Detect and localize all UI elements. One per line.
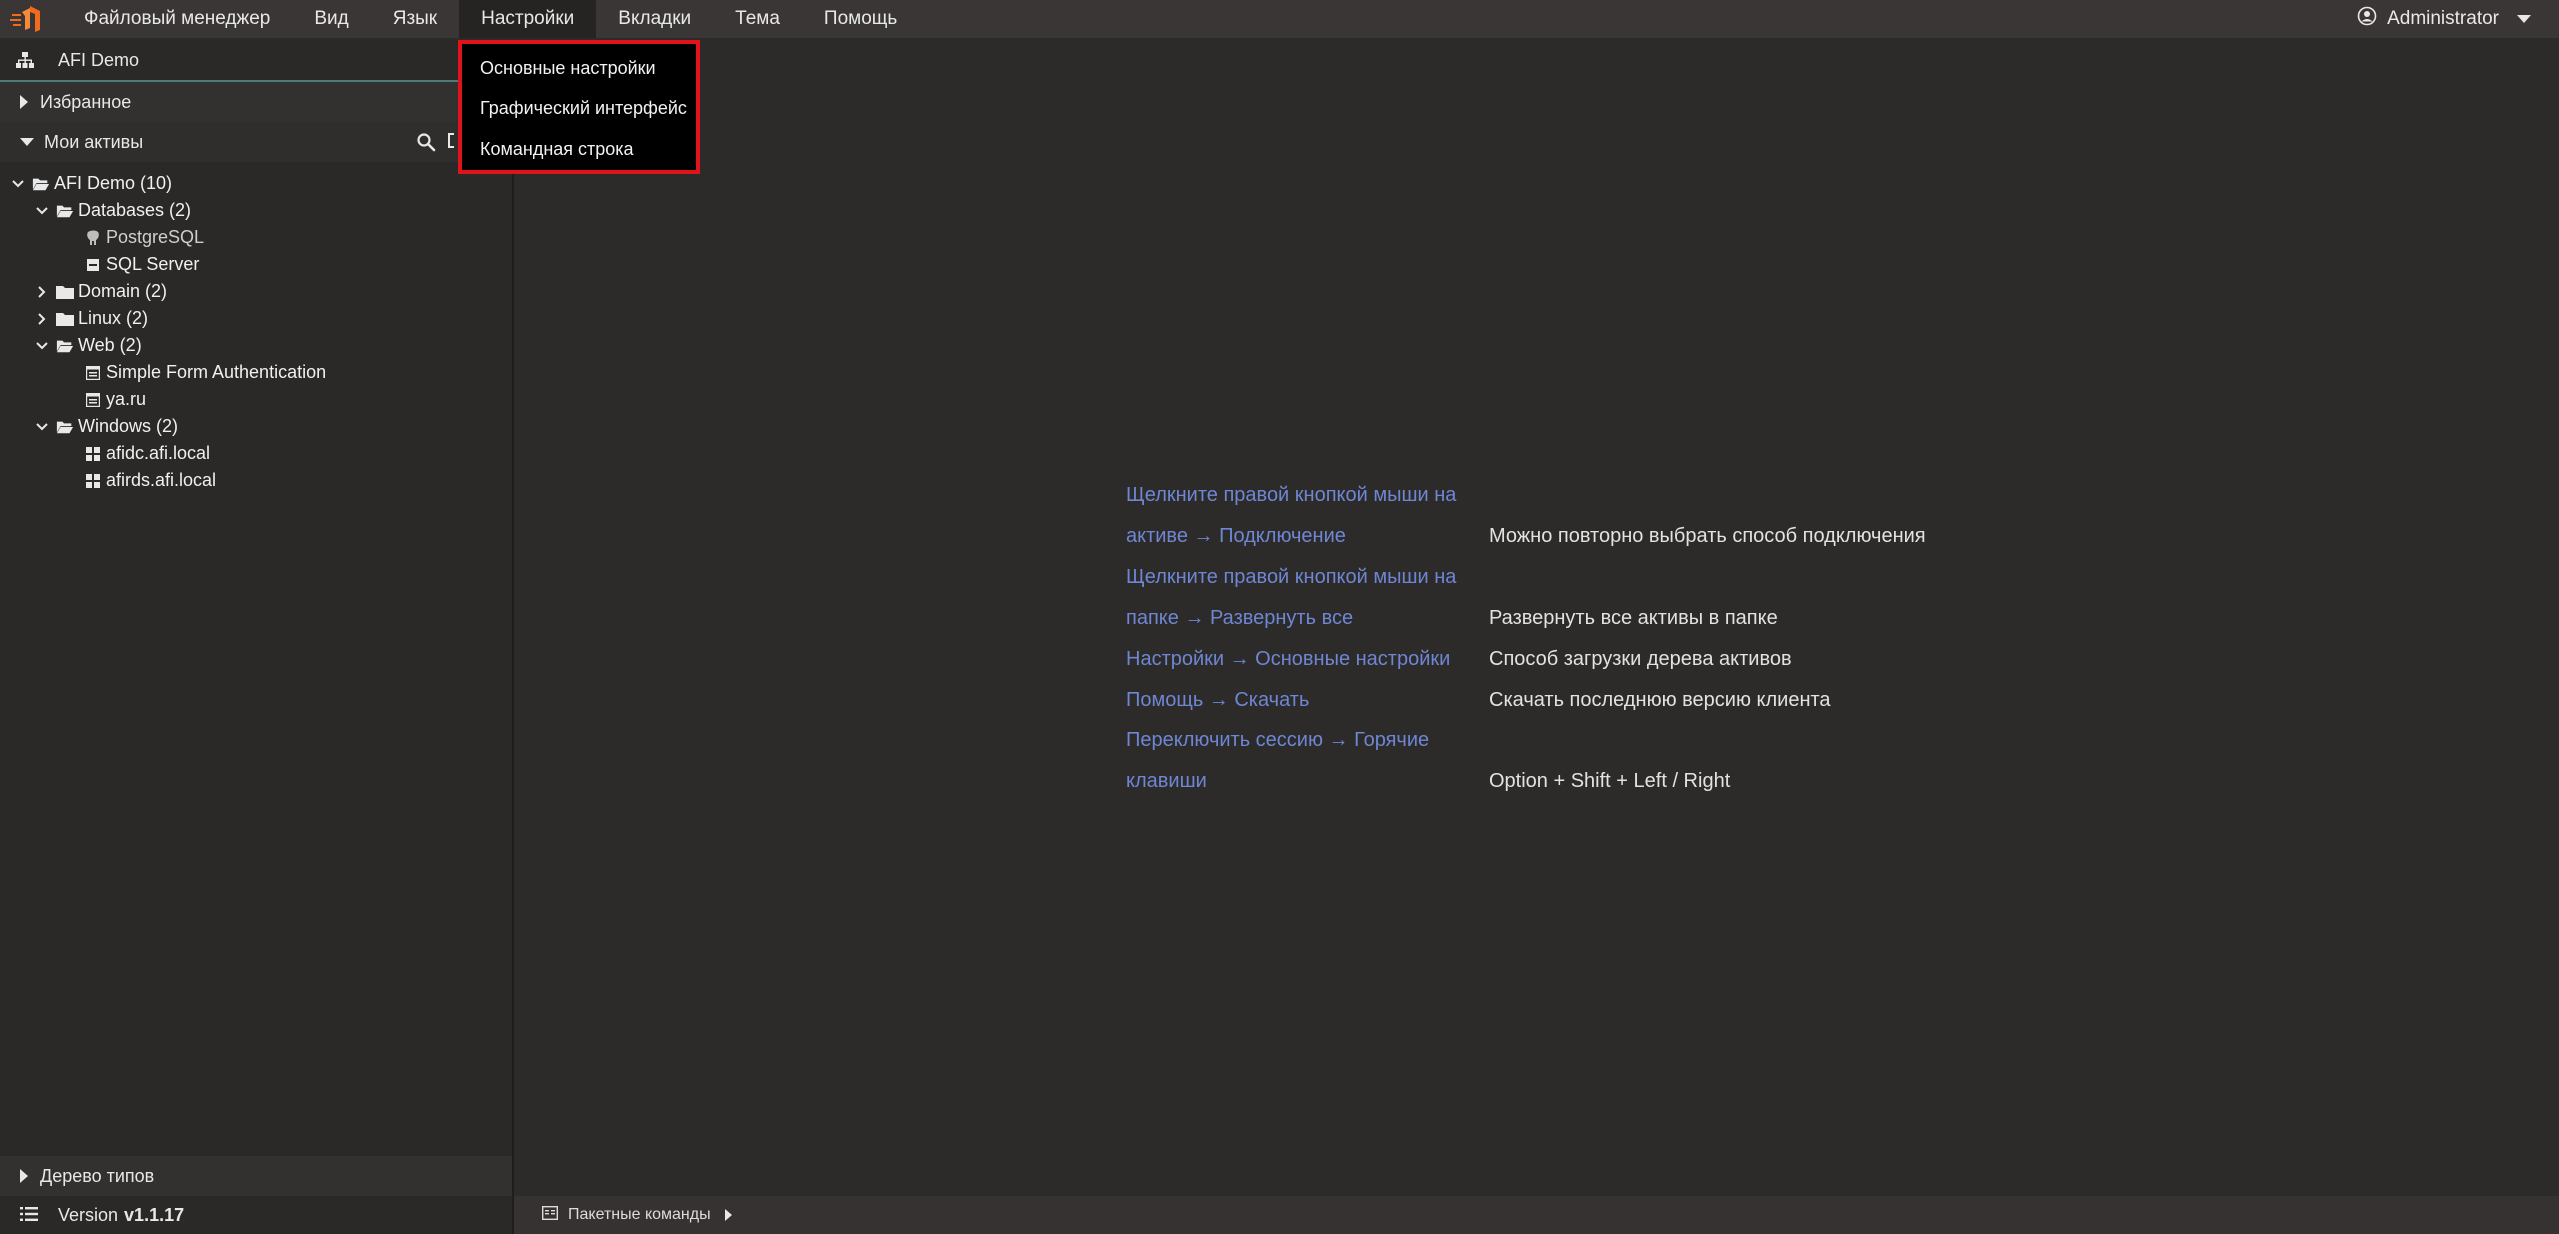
workspace-name: AFI Demo bbox=[58, 49, 140, 70]
tree-item-label: ya.ru bbox=[106, 389, 147, 409]
chevron-down-icon bbox=[32, 201, 52, 221]
tree-item-postgresql[interactable]: PostgreSQL bbox=[84, 224, 204, 251]
type-tree-section[interactable]: Дерево типов bbox=[0, 1156, 512, 1196]
tree-item-linux[interactable]: Linux (2) bbox=[32, 305, 148, 332]
tree-item-label: afidc.afi.local bbox=[106, 443, 211, 463]
app-logo-icon[interactable] bbox=[4, 0, 50, 38]
user-menu[interactable]: Administrator bbox=[2357, 0, 2531, 38]
user-name: Administrator bbox=[2387, 8, 2499, 29]
version-label: Version bbox=[58, 1204, 119, 1225]
chevron-down-icon bbox=[32, 417, 52, 437]
tree-item-label: Databases (2) bbox=[78, 200, 192, 220]
menu-bar: Файловый менеджер Вид Язык Настройки Вкл… bbox=[0, 0, 2559, 38]
batch-commands-label: Пакетные команды bbox=[568, 1206, 711, 1223]
folder-open-icon bbox=[56, 202, 74, 220]
web-form-icon bbox=[84, 391, 102, 409]
hint-text: Можно повторно выбрать способ подключени… bbox=[1489, 525, 1926, 547]
type-tree-label: Дерево типов bbox=[40, 1165, 155, 1186]
tree-item-label: PostgreSQL bbox=[106, 227, 205, 247]
tree-item-sql-server[interactable]: SQL Server bbox=[84, 251, 199, 278]
hint-link[interactable]: активе → Подключение bbox=[1126, 525, 1346, 548]
windows-icon bbox=[84, 472, 102, 490]
tree-item-web[interactable]: Web (2) bbox=[32, 332, 142, 359]
hint-text: Option + Shift + Left / Right bbox=[1489, 770, 1731, 792]
menu-item-gui[interactable]: Графический интерфейс bbox=[480, 94, 687, 122]
folder-open-icon bbox=[32, 175, 50, 193]
tree-item-label: AFI Demo (10) bbox=[54, 173, 173, 193]
tree-item-label: Linux (2) bbox=[78, 308, 149, 328]
settings-dropdown: Основные настройки Графический интерфейс… bbox=[458, 40, 700, 174]
tree-item-windows[interactable]: Windows (2) bbox=[32, 413, 178, 440]
folder-icon bbox=[56, 310, 74, 328]
chevron-right-icon bbox=[32, 282, 52, 302]
collapse-all-icon[interactable] bbox=[448, 133, 454, 148]
user-circle-icon bbox=[2357, 6, 2377, 32]
menu-item-command-line[interactable]: Командная строка bbox=[480, 135, 634, 163]
tree-item-afidc[interactable]: afidc.afi.local bbox=[84, 440, 210, 467]
hint-text: Способ загрузки дерева активов bbox=[1489, 648, 1792, 670]
my-assets-section[interactable]: Мои активы bbox=[0, 122, 512, 162]
tree-item-afi-demo[interactable]: AFI Demo (10) bbox=[8, 170, 172, 197]
folder-open-icon bbox=[56, 337, 74, 355]
menu-view[interactable]: Вид bbox=[292, 0, 370, 38]
favorites-section[interactable]: Избранное bbox=[0, 82, 512, 122]
tree-item-label: Web (2) bbox=[78, 335, 142, 355]
chevron-right-icon bbox=[32, 309, 52, 329]
menu-tabs[interactable]: Вкладки bbox=[596, 0, 713, 38]
tree-item-label: Windows (2) bbox=[78, 416, 179, 436]
favorites-label: Избранное bbox=[40, 91, 132, 112]
menu-help[interactable]: Помощь bbox=[802, 0, 919, 38]
tree-item-databases[interactable]: Databases (2) bbox=[32, 197, 191, 224]
menu-language[interactable]: Язык bbox=[371, 0, 459, 38]
tree-item-label: Domain (2) bbox=[78, 281, 168, 301]
version-bar: Version v1.1.17 bbox=[0, 1196, 512, 1234]
hint-link[interactable]: Помощь → Скачать bbox=[1126, 689, 1309, 712]
chevron-right-icon bbox=[20, 95, 28, 109]
postgresql-icon bbox=[84, 229, 102, 247]
folder-icon bbox=[56, 283, 74, 301]
version-value: v1.1.17 bbox=[124, 1204, 185, 1225]
terminal-icon bbox=[541, 1204, 559, 1226]
hint-link[interactable]: Щелкните правой кнопкой мыши на bbox=[1126, 484, 1456, 507]
tree-item-domain[interactable]: Domain (2) bbox=[32, 278, 167, 305]
hint-link[interactable]: Щелкните правой кнопкой мыши на bbox=[1126, 566, 1456, 589]
search-icon[interactable] bbox=[416, 132, 436, 157]
hint-link[interactable]: Переключить сессию → Горячие bbox=[1126, 729, 1429, 752]
menu-theme[interactable]: Тема bbox=[713, 0, 802, 38]
tree-item-label: SQL Server bbox=[106, 254, 200, 274]
hint-link[interactable]: Настройки → Основные настройки bbox=[1126, 648, 1450, 671]
chevron-down-icon bbox=[8, 174, 28, 194]
my-assets-label: Мои активы bbox=[44, 131, 144, 152]
tree-item-label: Simple Form Authentication bbox=[106, 362, 327, 382]
hint-text: Скачать последнюю версию клиента bbox=[1489, 689, 1831, 711]
tree-item-simple-form-auth[interactable]: Simple Form Authentication bbox=[84, 359, 326, 386]
menu-file-manager[interactable]: Файловый менеджер bbox=[62, 0, 292, 38]
chevron-down-icon bbox=[32, 336, 52, 356]
tree-item-ya-ru[interactable]: ya.ru bbox=[84, 386, 146, 413]
menu-item-basic-settings[interactable]: Основные настройки bbox=[480, 54, 656, 82]
windows-icon bbox=[84, 445, 102, 463]
web-form-icon bbox=[84, 364, 102, 382]
chevron-down-icon bbox=[20, 138, 34, 146]
database-icon bbox=[84, 256, 102, 274]
workspace-row[interactable]: AFI Demo bbox=[0, 40, 512, 82]
sidebar-splitter[interactable] bbox=[512, 40, 514, 1234]
folder-open-icon bbox=[56, 418, 74, 436]
chevron-right-icon bbox=[20, 1169, 28, 1183]
sidebar: AFI Demo Избранное Мои активы AFI Demo (… bbox=[0, 40, 512, 1234]
chevron-right-icon bbox=[724, 1209, 732, 1221]
hint-text: Развернуть все активы в папке bbox=[1489, 607, 1778, 629]
tree-item-afirds[interactable]: afirds.afi.local bbox=[84, 467, 216, 494]
chevron-down-icon bbox=[2517, 15, 2531, 23]
hint-link[interactable]: клавиши bbox=[1126, 770, 1207, 793]
menu-settings[interactable]: Настройки bbox=[459, 0, 597, 38]
list-icon[interactable] bbox=[20, 1205, 38, 1226]
tree-item-label: afirds.afi.local bbox=[106, 470, 217, 490]
hint-link[interactable]: папке → Развернуть все bbox=[1126, 607, 1353, 630]
batch-commands-bar[interactable]: Пакетные команды bbox=[514, 1196, 2559, 1234]
sitemap-icon bbox=[16, 51, 34, 69]
